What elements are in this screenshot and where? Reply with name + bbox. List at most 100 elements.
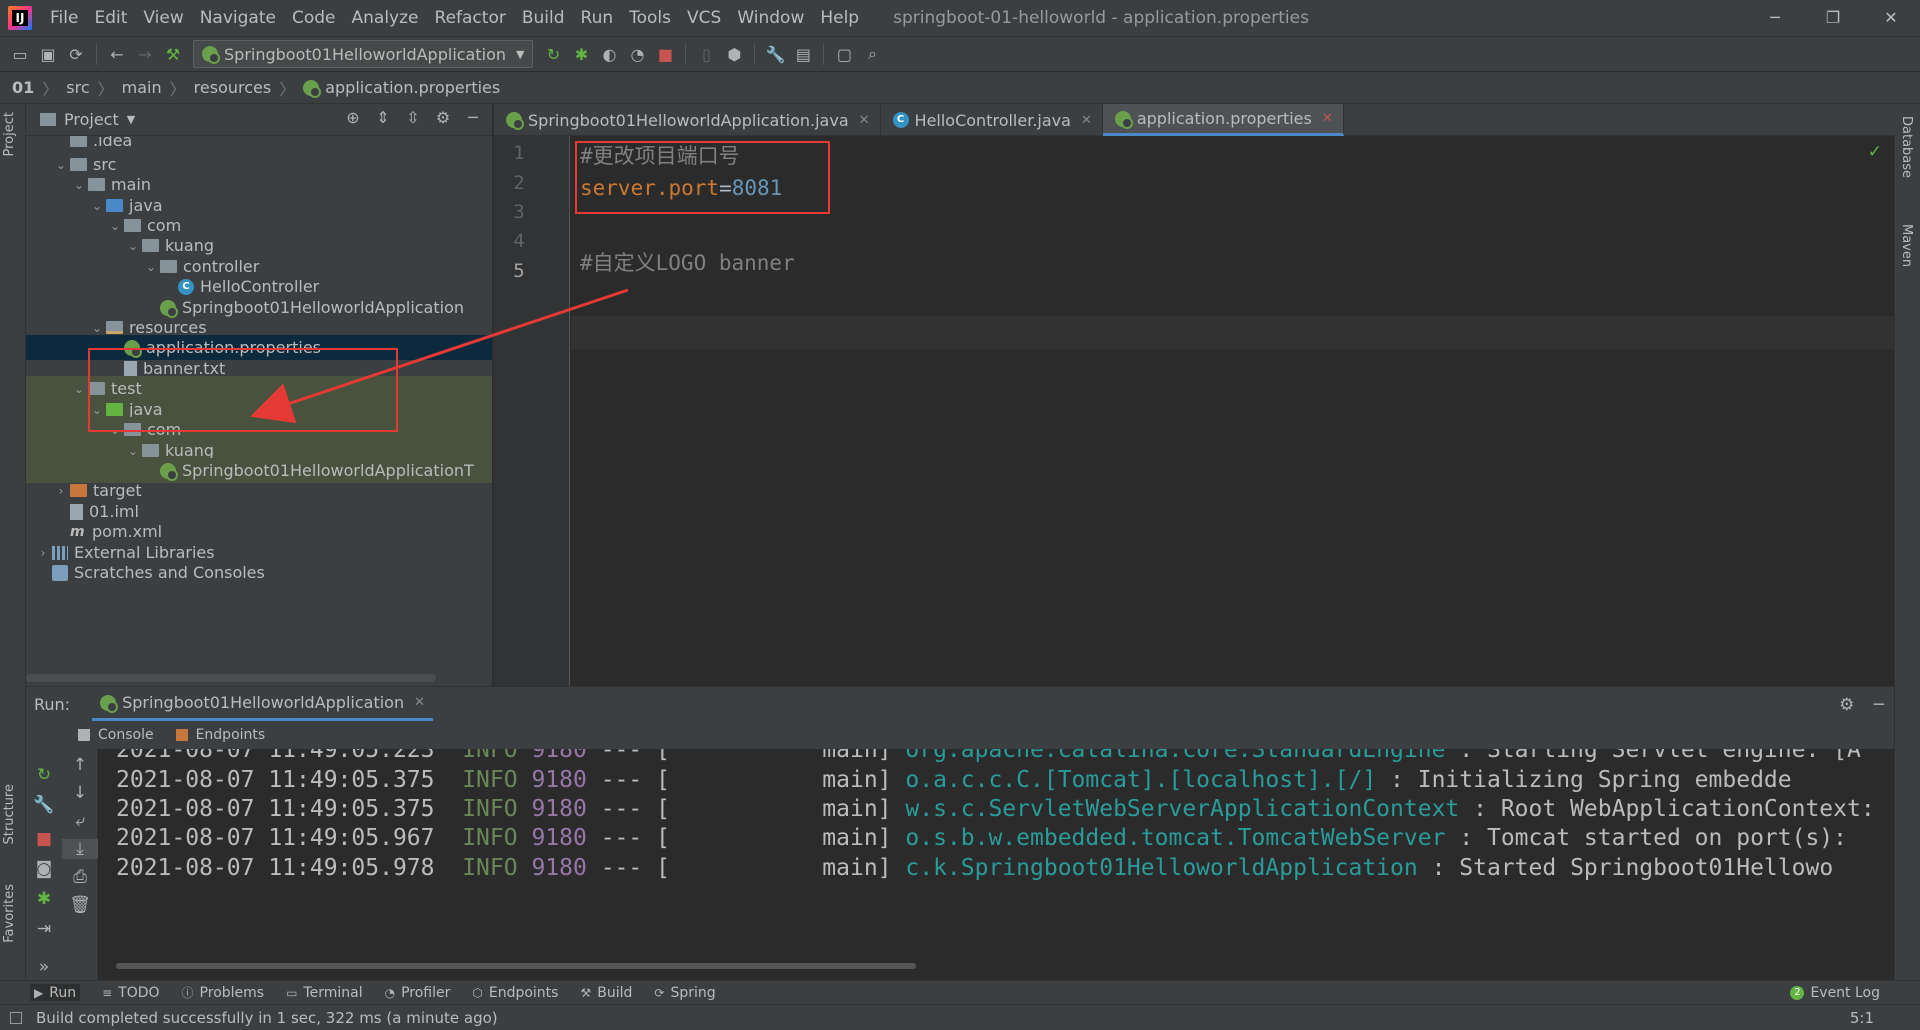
- tool-window-button[interactable]: ⬡ Endpoints: [472, 984, 558, 1001]
- open-folder-icon[interactable]: ▭: [6, 40, 34, 68]
- scroll-down-icon[interactable]: ↓: [62, 783, 98, 803]
- build-status-message[interactable]: Build completed successfully in 1 sec, 3…: [36, 1009, 498, 1027]
- run-subtab[interactable]: Endpoints: [175, 727, 265, 743]
- chevron-down-icon[interactable]: ⌄: [142, 260, 160, 274]
- project-tool-tab[interactable]: Project: [2, 112, 17, 156]
- profile-icon[interactable]: ◔: [623, 40, 651, 68]
- close-icon[interactable]: ✕: [1862, 0, 1920, 36]
- favorites-tool-tab[interactable]: Favorites: [2, 884, 17, 943]
- hide-icon[interactable]: ─: [458, 108, 488, 127]
- update-icon[interactable]: ⬢: [720, 40, 748, 68]
- more-icon[interactable]: »: [26, 957, 62, 977]
- close-icon[interactable]: ✕: [1322, 111, 1333, 126]
- forward-icon[interactable]: →: [131, 40, 159, 68]
- debug-icon[interactable]: ✱: [26, 889, 62, 909]
- menu-window[interactable]: Window: [729, 0, 812, 36]
- chevron-down-icon[interactable]: ⌄: [88, 321, 106, 335]
- menu-run[interactable]: Run: [573, 0, 622, 36]
- chevron-down-icon[interactable]: ⌄: [70, 382, 88, 396]
- chevron-right-icon[interactable]: ›: [52, 484, 70, 498]
- breadcrumb-item[interactable]: main: [122, 78, 162, 97]
- gear-icon[interactable]: ⚙: [428, 108, 458, 127]
- settings-wrench-icon[interactable]: 🔧: [761, 40, 789, 68]
- chevron-down-icon[interactable]: ⌄: [124, 444, 142, 458]
- run-configuration-select[interactable]: Springboot01HelloworldApplication ▼: [193, 40, 534, 68]
- close-icon[interactable]: ✕: [1081, 113, 1092, 128]
- editor-tab[interactable]: Springboot01HelloworldApplication.java ✕: [494, 104, 881, 136]
- rerun-icon[interactable]: ↻: [539, 40, 567, 68]
- menu-analyze[interactable]: Analyze: [344, 0, 427, 36]
- camera-icon[interactable]: ◙: [26, 859, 62, 879]
- tree-item[interactable]: .idea: [26, 136, 492, 153]
- tool-window-button[interactable]: ⚒ Build: [580, 984, 632, 1001]
- soft-wrap-icon[interactable]: ⤶: [62, 811, 98, 831]
- collapse-all-icon[interactable]: ⇳: [398, 108, 428, 127]
- chevron-down-icon[interactable]: ⌄: [70, 178, 88, 192]
- chevron-down-icon[interactable]: ⌄: [52, 158, 70, 172]
- menu-help[interactable]: Help: [812, 0, 867, 36]
- database-tool-tab[interactable]: Database: [1899, 116, 1914, 178]
- run-tab[interactable]: Springboot01HelloworldApplication ✕: [92, 687, 433, 721]
- code-line-4[interactable]: #自定义LOGO banner: [580, 247, 795, 277]
- chevron-down-icon[interactable]: ⌄: [106, 219, 124, 233]
- tool-window-button[interactable]: ≡ TODO: [102, 984, 159, 1001]
- coverage-icon[interactable]: ◐: [595, 40, 623, 68]
- menu-tools[interactable]: Tools: [621, 0, 679, 36]
- rerun-icon[interactable]: ↻: [26, 765, 62, 785]
- console-output[interactable]: 2021-08-07 11:49:05.223 INFO 9180 --- [ …: [98, 749, 1894, 967]
- breadcrumb-item[interactable]: 01: [12, 78, 34, 97]
- debug-icon[interactable]: ✱: [567, 40, 595, 68]
- expand-all-icon[interactable]: ⇕: [368, 108, 398, 127]
- chevron-down-icon[interactable]: ▼: [127, 113, 135, 126]
- tree-horizontal-scrollbar[interactable]: [26, 674, 436, 682]
- caret-position[interactable]: 5:1: [1850, 1009, 1874, 1027]
- breadcrumb-item[interactable]: src: [66, 78, 89, 97]
- scroll-up-icon[interactable]: ↑: [62, 755, 98, 775]
- print-icon[interactable]: ⎙: [62, 867, 98, 887]
- hide-icon[interactable]: ─: [1874, 695, 1884, 715]
- breadcrumb-item[interactable]: application.properties: [325, 78, 500, 97]
- menu-edit[interactable]: Edit: [86, 0, 135, 36]
- structure-tool-tab[interactable]: Structure: [2, 784, 17, 844]
- editor-tab[interactable]: C HelloController.java ✕: [881, 104, 1103, 136]
- menu-code[interactable]: Code: [284, 0, 344, 36]
- close-icon[interactable]: ✕: [859, 113, 870, 128]
- tool-window-button[interactable]: ▭ Terminal: [286, 984, 363, 1001]
- gear-icon[interactable]: ⚙: [1839, 695, 1854, 715]
- maven-tool-tab[interactable]: Maven: [1899, 224, 1914, 267]
- menu-navigate[interactable]: Navigate: [192, 0, 284, 36]
- chevron-down-icon[interactable]: ⌄: [124, 239, 142, 253]
- search-icon[interactable]: ⌕: [858, 40, 886, 68]
- build-hammer-icon[interactable]: ⚒: [159, 40, 187, 68]
- device-icon[interactable]: ▯: [692, 40, 720, 68]
- exit-icon[interactable]: ⇥: [26, 919, 62, 939]
- scroll-to-end-icon[interactable]: ⤓: [62, 839, 98, 859]
- clear-trash-icon[interactable]: 🗑: [62, 895, 98, 915]
- run-subtab[interactable]: Console: [78, 727, 154, 743]
- presentation-icon[interactable]: ▢: [830, 40, 858, 68]
- tool-window-button[interactable]: ⓘ Problems: [182, 984, 265, 1001]
- chevron-right-icon[interactable]: ›: [34, 546, 52, 560]
- tool-window-button[interactable]: ◔ Profiler: [385, 984, 451, 1001]
- menu-vcs[interactable]: VCS: [679, 0, 729, 36]
- menu-view[interactable]: View: [135, 0, 191, 36]
- locate-icon[interactable]: ⊕: [338, 108, 368, 127]
- stop-icon[interactable]: ■: [26, 829, 62, 849]
- editor-tab[interactable]: application.properties ✕: [1102, 104, 1344, 136]
- project-panel-title[interactable]: Project: [64, 110, 119, 129]
- menu-refactor[interactable]: Refactor: [427, 0, 514, 36]
- close-icon[interactable]: ✕: [414, 695, 425, 710]
- project-structure-icon[interactable]: ▤: [789, 40, 817, 68]
- back-icon[interactable]: ←: [103, 40, 131, 68]
- menu-file[interactable]: File: [42, 0, 86, 36]
- sync-icon[interactable]: ⟳: [62, 40, 90, 68]
- tree-item[interactable]: Scratches and Consoles: [26, 560, 492, 585]
- chevron-down-icon[interactable]: ⌄: [88, 199, 106, 213]
- minimize-icon[interactable]: ─: [1746, 0, 1804, 36]
- stop-icon[interactable]: ■: [651, 40, 679, 68]
- tool-window-button[interactable]: ⟳ Spring: [654, 984, 715, 1001]
- tool-window-button[interactable]: ▶ Run: [30, 984, 81, 1001]
- menu-build[interactable]: Build: [514, 0, 573, 36]
- event-log-button[interactable]: 2 Event Log: [1790, 985, 1880, 1001]
- wrench-icon[interactable]: 🔧: [26, 795, 62, 815]
